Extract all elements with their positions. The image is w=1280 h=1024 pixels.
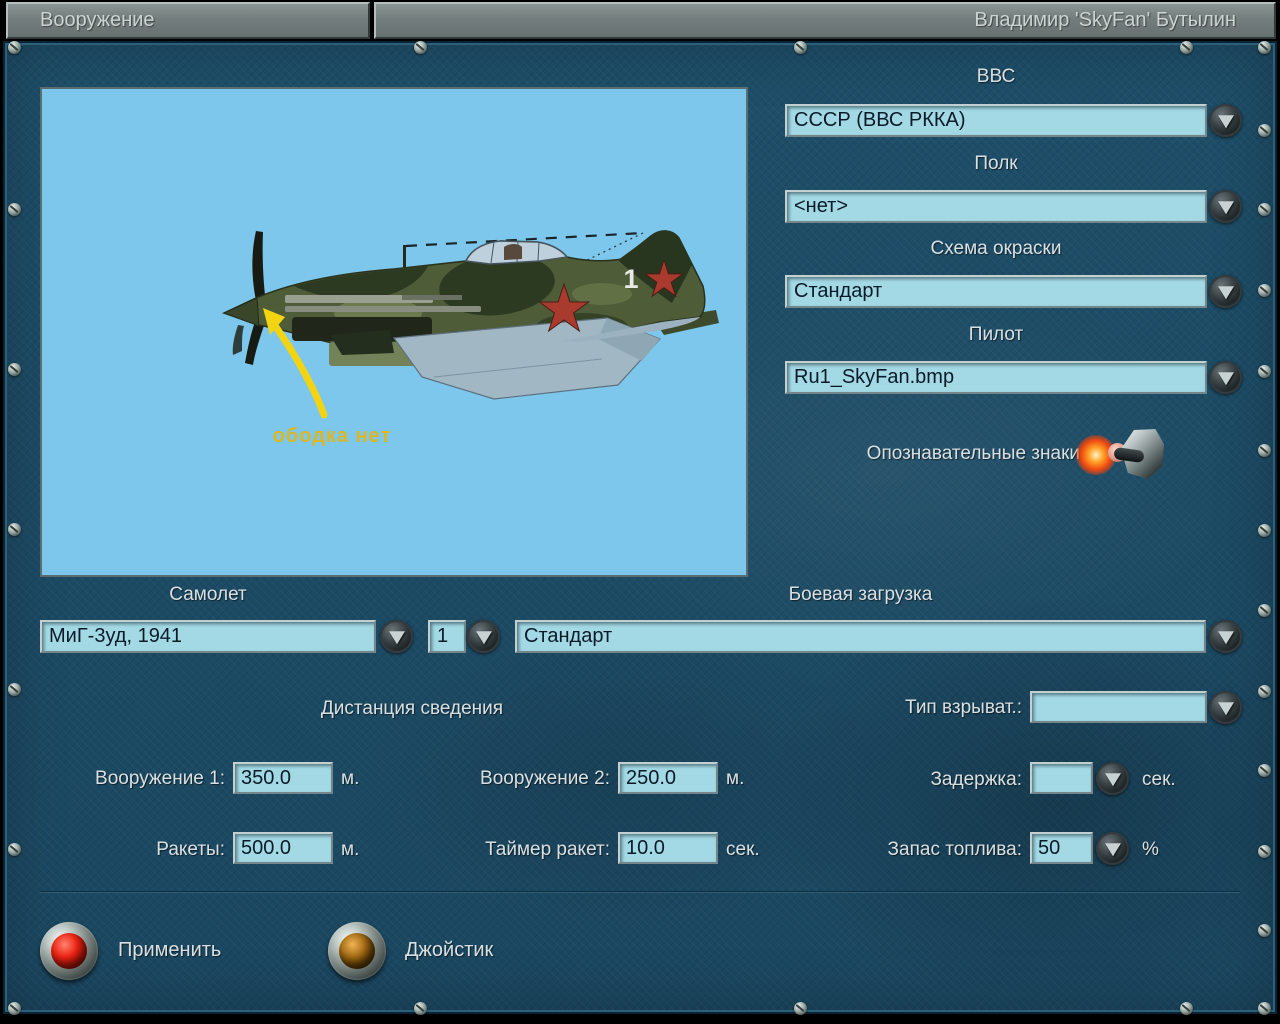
screw-icon [8,1002,21,1015]
paint-scheme-combo[interactable]: Стандарт [785,275,1207,308]
rockets-label: Ракеты: [156,839,225,860]
air-force-combo[interactable]: СССР (ВВС РККА) [785,104,1207,137]
apply-button[interactable] [40,922,98,980]
rockets-input[interactable] [233,832,333,864]
rocket-timer-label: Таймер ракет: [485,839,610,860]
aircraft-number-combo[interactable]: 1 [428,620,466,653]
aircraft-number-dropdown-arrow-icon[interactable] [467,620,500,653]
screw-icon [1258,365,1271,378]
pilot-dropdown-arrow-icon[interactable] [1209,361,1242,394]
player-name-bar: Владимир 'SkyFan' Бутылин [374,2,1276,39]
aircraft-preview-panel: 1 ободка нет [40,87,748,577]
screw-icon [794,41,807,54]
screw-icon [1258,604,1271,617]
apply-button-label: Применить [118,939,222,961]
screw-icon [8,203,21,216]
loadout-dropdown-arrow-icon[interactable] [1209,620,1242,653]
aircraft-combo[interactable]: МиГ-3уд, 1941 [40,620,376,653]
fuse-type-combo[interactable] [1030,691,1207,723]
markings-toggle[interactable] [1076,428,1164,480]
loadout-combo[interactable]: Стандарт [515,620,1206,653]
screw-icon [1258,764,1271,777]
aircraft-dropdown-arrow-icon[interactable] [380,620,413,653]
screw-icon [1258,203,1271,216]
joystick-button-label: Джойстик [405,939,494,961]
markings-label: Опознавательные знаки [866,443,1080,464]
player-name: Владимир 'SkyFan' Бутылин [974,9,1236,31]
joystick-button[interactable] [328,922,386,980]
footer-divider [40,891,1240,893]
screw-icon [1258,845,1271,858]
weapon1-input[interactable] [233,762,333,794]
fuel-unit: % [1142,839,1159,860]
weapon1-label: Вооружение 1: [95,768,225,789]
air-force-label: ВВС [976,66,1016,87]
regiment-dropdown-arrow-icon[interactable] [1209,190,1242,223]
fuse-type-dropdown-arrow-icon[interactable] [1209,691,1242,724]
armament-screen: Вооружение Владимир 'SkyFan' Бутылин 1 о… [0,0,1280,1024]
regiment-combo[interactable]: <нет> [785,190,1207,223]
screw-icon [1258,444,1271,457]
screw-icon [8,363,21,376]
regiment-label: Полк [974,153,1018,174]
screw-icon [1180,41,1193,54]
weapon2-label: Вооружение 2: [480,768,610,789]
screw-icon [8,843,21,856]
delay-label: Задержка: [930,769,1022,790]
fuel-label: Запас топлива: [887,839,1022,860]
delay-unit: сек. [1142,769,1176,790]
fuel-stepper-arrow-icon[interactable] [1096,832,1129,865]
rocket-timer-unit: сек. [726,839,760,860]
screw-icon [1258,685,1271,698]
aircraft-label: Самолет [169,584,247,605]
paint-scheme-dropdown-arrow-icon[interactable] [1209,275,1242,308]
screw-icon [1180,1002,1193,1015]
screw-icon [1258,924,1271,937]
screw-icon [1258,41,1271,54]
rocket-timer-input[interactable] [618,832,718,864]
air-force-dropdown-arrow-icon[interactable] [1209,104,1242,137]
loadout-label: Боевая загрузка [788,584,933,605]
screw-icon [1258,284,1271,297]
screw-icon [8,523,21,536]
apply-lamp-icon [51,933,87,969]
pilot-combo[interactable]: Ru1_SkyFan.bmp [785,361,1207,394]
pilot-label: Пилот [968,324,1024,345]
screw-icon [794,1002,807,1015]
screw-icon [414,1002,427,1015]
screw-icon [1258,1002,1271,1015]
delay-input[interactable] [1030,762,1093,794]
screw-icon [1258,524,1271,537]
weapon2-input[interactable] [618,762,718,794]
aircraft-preview-svg: 1 ободка нет [42,89,746,575]
joystick-lamp-icon [339,933,375,969]
fuel-input[interactable] [1030,832,1093,864]
fuse-type-label: Тип взрыват.: [905,697,1022,718]
convergence-title: Дистанция сведения [320,698,504,719]
paint-scheme-label: Схема окраски [930,238,1062,259]
tail-number: 1 [623,264,638,294]
tab-armament[interactable]: Вооружение [6,2,370,39]
weapon1-unit: м. [341,768,360,789]
screw-icon [8,41,21,54]
screw-icon [8,683,21,696]
screw-icon [414,41,427,54]
weapon2-unit: м. [726,768,745,789]
annotation-text: ободка нет [273,425,392,447]
delay-stepper-arrow-icon[interactable] [1096,762,1129,795]
screw-icon [1258,124,1271,137]
rockets-unit: м. [341,839,360,860]
tab-armament-label: Вооружение [40,9,155,31]
